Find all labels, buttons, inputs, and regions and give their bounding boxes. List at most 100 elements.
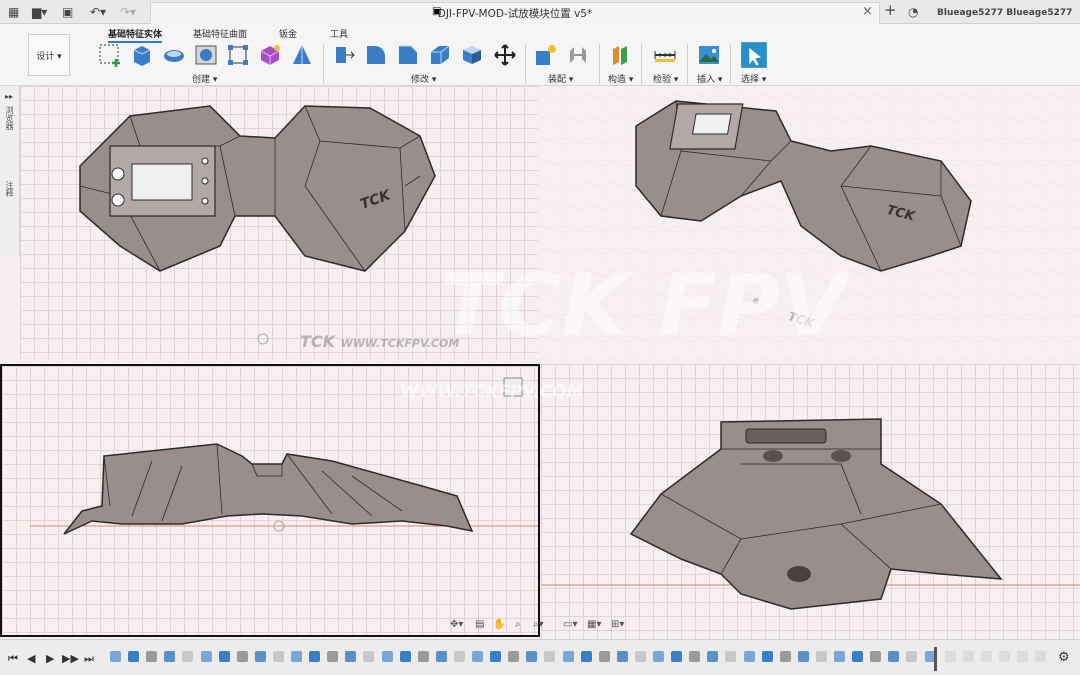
timeline-feature-icon[interactable] bbox=[562, 651, 574, 662]
timeline-feature-icon-suppressed[interactable] bbox=[945, 651, 956, 662]
sweep-icon[interactable] bbox=[194, 43, 218, 67]
timeline-feature-icon[interactable] bbox=[146, 651, 158, 662]
viewport-front[interactable] bbox=[0, 364, 540, 637]
timeline-settings-icon[interactable]: ⚙ bbox=[1058, 650, 1070, 665]
timeline-feature-icon[interactable] bbox=[815, 651, 827, 662]
timeline-feature-icon[interactable] bbox=[453, 651, 465, 662]
new-tab-button[interactable]: + bbox=[884, 1, 897, 19]
viewport-back[interactable] bbox=[541, 364, 1080, 639]
timeline-feature-icon[interactable] bbox=[779, 651, 791, 662]
timeline-feature-icon[interactable] bbox=[653, 651, 664, 662]
timeline-feature-icon[interactable] bbox=[671, 651, 683, 662]
create-group-label[interactable]: 创建 ▾ bbox=[192, 72, 217, 85]
insert-image-icon[interactable] bbox=[697, 43, 721, 67]
form-icon[interactable] bbox=[258, 43, 282, 67]
pyramid-icon[interactable] bbox=[290, 43, 314, 67]
pattern-icon[interactable] bbox=[226, 43, 250, 67]
tab-solid[interactable]: 基础特征实体 bbox=[108, 27, 163, 43]
timeline-feature-icon[interactable] bbox=[544, 651, 556, 662]
clock-icon[interactable]: ◔ bbox=[908, 3, 918, 21]
timeline-feature-icon[interactable] bbox=[580, 651, 592, 662]
save-icon[interactable]: ▣ bbox=[62, 3, 73, 21]
zoom-icon[interactable]: ⌕ bbox=[515, 619, 521, 630]
measure-icon[interactable] bbox=[653, 43, 677, 67]
timeline-feature-icon[interactable] bbox=[761, 651, 773, 662]
undo-icon[interactable]: ↶▾ bbox=[90, 3, 106, 21]
timeline-feature-icon[interactable] bbox=[399, 651, 411, 662]
layout-icon[interactable]: ⊞▾ bbox=[611, 619, 624, 630]
timeline-feature-icon[interactable] bbox=[888, 651, 900, 662]
timeline-feature-icon[interactable] bbox=[725, 651, 737, 662]
timeline-feature-icon[interactable] bbox=[634, 651, 646, 662]
display-icon[interactable]: ▭▾ bbox=[563, 619, 577, 630]
timeline-play-button[interactable]: ▶ bbox=[46, 652, 54, 665]
pan-icon[interactable]: ▤ bbox=[475, 619, 484, 630]
canvas[interactable]: TCK TCK TCK TCK FPV WWW.TCKFPV.COM TCK W… bbox=[0, 86, 1080, 639]
timeline-feature-icon[interactable] bbox=[128, 651, 140, 662]
tab-surface[interactable]: 基础特征曲面 bbox=[193, 27, 247, 40]
timeline-feature-icon-suppressed[interactable] bbox=[963, 651, 974, 662]
move-icon[interactable] bbox=[493, 43, 517, 67]
chamfer-icon[interactable] bbox=[396, 43, 420, 67]
timeline-feature-icon[interactable] bbox=[472, 651, 483, 662]
offset-plane-icon[interactable] bbox=[609, 43, 633, 67]
timeline-feature-icon[interactable] bbox=[598, 651, 610, 662]
workspace-switcher[interactable]: 设计 ▾ bbox=[28, 34, 70, 76]
revolve-icon[interactable] bbox=[162, 43, 186, 67]
timeline-feature-icon[interactable] bbox=[707, 651, 719, 662]
timeline-feature-icon[interactable] bbox=[291, 651, 302, 662]
file-icon[interactable]: ▆▾ bbox=[32, 3, 47, 21]
select-icon[interactable] bbox=[740, 41, 768, 69]
timeline-feature-icon[interactable] bbox=[834, 651, 845, 662]
assemble-group-label[interactable]: 装配 ▾ bbox=[548, 72, 573, 85]
timeline-first-button[interactable]: ⏮ bbox=[8, 652, 18, 666]
tab-sheet-metal[interactable]: 钣金 bbox=[279, 27, 297, 40]
timeline-feature-icon[interactable] bbox=[110, 651, 121, 662]
expand-icon[interactable]: ▸▸ bbox=[5, 92, 13, 101]
timeline-feature-icon-suppressed[interactable] bbox=[999, 651, 1010, 662]
timeline-feature-icon[interactable] bbox=[743, 651, 755, 662]
timeline-feature-icon[interactable] bbox=[417, 651, 429, 662]
grid-menu-icon[interactable]: ▦ bbox=[8, 3, 19, 21]
timeline-feature-icon[interactable] bbox=[363, 651, 375, 662]
timeline-feature-icon[interactable] bbox=[236, 651, 248, 662]
hand-icon[interactable]: ✋ bbox=[493, 619, 505, 630]
timeline-feature-icon-suppressed[interactable] bbox=[1035, 651, 1046, 662]
new-component-icon[interactable] bbox=[534, 43, 558, 67]
timeline-feature-icon[interactable] bbox=[526, 651, 538, 662]
timeline-prev-button[interactable]: ◀ bbox=[27, 652, 35, 665]
document-tab[interactable]: DJI-FPV-MOD-试放模块位置 v5* ▣ × bbox=[150, 2, 880, 24]
construct-group-label[interactable]: 构造 ▾ bbox=[608, 72, 633, 85]
grid-icon[interactable]: ▦▾ bbox=[587, 619, 601, 630]
create-sketch-icon[interactable] bbox=[98, 43, 122, 67]
timeline-feature-icon[interactable] bbox=[906, 651, 918, 662]
timeline-feature-icon[interactable] bbox=[689, 651, 701, 662]
timeline-feature-icon[interactable] bbox=[345, 651, 357, 662]
inspect-group-label[interactable]: 检验 ▾ bbox=[653, 72, 678, 85]
timeline-feature-icon[interactable] bbox=[182, 651, 194, 662]
timeline-feature-icon[interactable] bbox=[435, 651, 447, 662]
timeline-feature-icon[interactable] bbox=[797, 651, 809, 662]
press-pull-icon[interactable] bbox=[332, 43, 356, 67]
timeline-feature-icon[interactable] bbox=[852, 651, 864, 662]
timeline-feature-icon[interactable] bbox=[381, 651, 393, 662]
timeline-last-button[interactable]: ⏭ bbox=[84, 652, 94, 666]
timeline-feature-icon[interactable] bbox=[200, 651, 212, 662]
timeline-feature-icon[interactable] bbox=[254, 651, 266, 662]
timeline-next-button[interactable]: ▶▶ bbox=[62, 652, 79, 665]
timeline-feature-icon[interactable] bbox=[309, 651, 321, 662]
insert-group-label[interactable]: 插入 ▾ bbox=[697, 72, 722, 85]
timeline-feature-icon-suppressed[interactable] bbox=[1017, 651, 1028, 662]
redo-icon[interactable]: ↷▾ bbox=[120, 3, 136, 21]
timeline-feature-icon[interactable] bbox=[272, 651, 284, 662]
user-name[interactable]: Blueage5277 Blueage5277 bbox=[937, 4, 1072, 22]
timeline-feature-icon[interactable] bbox=[508, 651, 520, 662]
close-tab-button[interactable]: × bbox=[862, 4, 873, 19]
timeline-feature-icon[interactable] bbox=[164, 651, 176, 662]
timeline-feature-icon[interactable] bbox=[218, 651, 230, 662]
timeline-feature-icon[interactable] bbox=[870, 651, 882, 662]
timeline-feature-icon[interactable] bbox=[616, 651, 628, 662]
timeline-feature-icon[interactable] bbox=[327, 651, 339, 662]
browser-label[interactable]: 浏览器 bbox=[4, 106, 15, 130]
orbit-icon[interactable]: ✥▾ bbox=[450, 619, 463, 630]
